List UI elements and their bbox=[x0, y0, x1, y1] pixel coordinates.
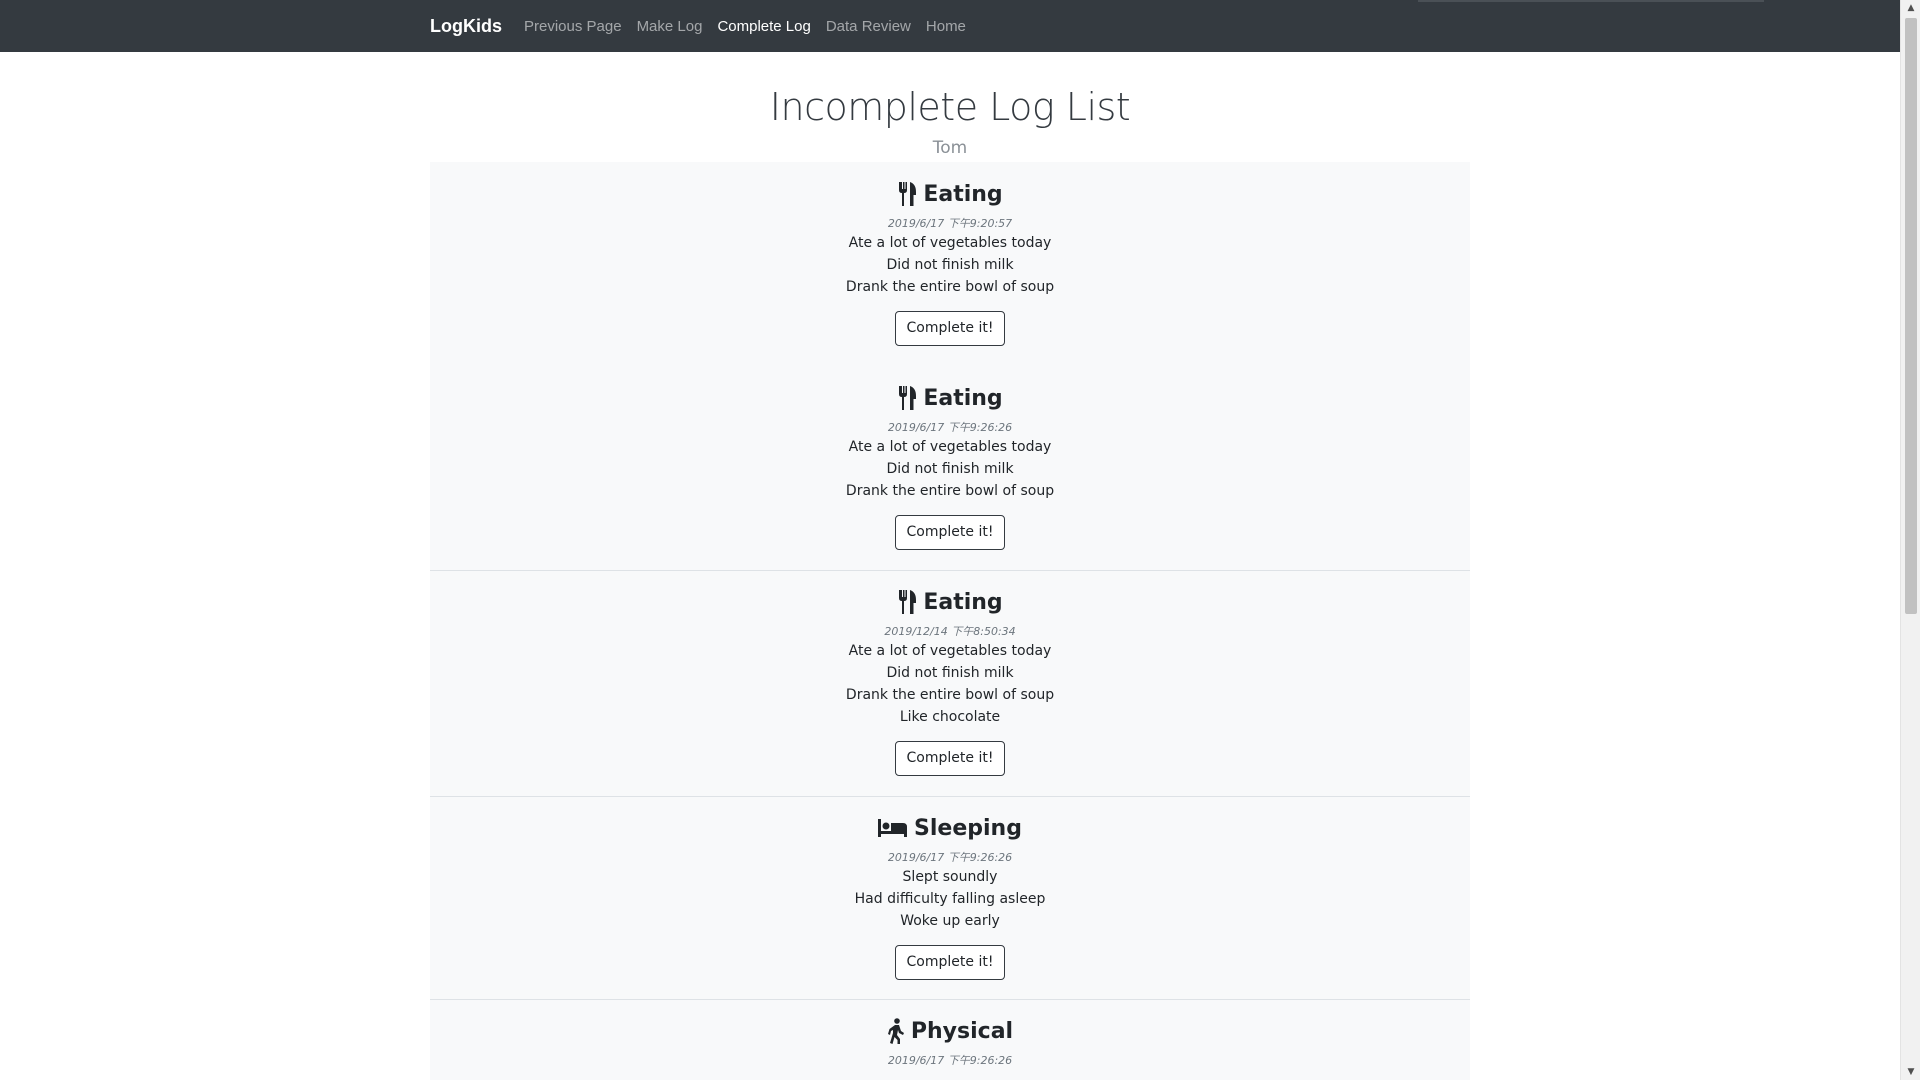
log-timestamp: 2019/6/17 下午9:26:26 bbox=[887, 421, 1013, 434]
app-window: LogKids Previous Page Make Log Complete … bbox=[0, 0, 1920, 1080]
log-category-label: Eating bbox=[923, 385, 1003, 411]
log-note: Drank the entire bowl of soup bbox=[845, 483, 1055, 499]
log-item: Sleeping 2019/6/17 下午9:26:26 Slept sound… bbox=[430, 796, 1470, 999]
log-category-label: Eating bbox=[923, 181, 1003, 207]
log-category-heading: Sleeping bbox=[430, 812, 1470, 844]
log-timestamp: 2019/6/17 下午9:26:26 bbox=[887, 1054, 1013, 1067]
nav-link-complete-log[interactable]: Complete Log bbox=[717, 18, 810, 35]
top-navbar: LogKids Previous Page Make Log Complete … bbox=[0, 0, 1900, 52]
log-note: Ate a lot of vegetables today bbox=[848, 439, 1052, 455]
complete-it-button[interactable]: Complete it! bbox=[894, 945, 1006, 980]
log-item: Eating 2019/6/17 下午9:26:26 Ate a lot of … bbox=[430, 366, 1470, 570]
log-note: Like chocolate bbox=[899, 709, 1001, 725]
vertical-scrollbar[interactable]: ▲ ▼ bbox=[1900, 0, 1920, 1080]
log-timestamp: 2019/6/17 下午9:20:57 bbox=[887, 217, 1013, 230]
log-category-heading: Eating bbox=[430, 382, 1470, 414]
log-category-label: Sleeping bbox=[914, 815, 1022, 841]
nav-link-data-review[interactable]: Data Review bbox=[826, 18, 911, 35]
navbar-highlight bbox=[1418, 0, 1764, 2]
walking-icon bbox=[887, 1018, 904, 1044]
complete-it-button[interactable]: Complete it! bbox=[894, 515, 1006, 550]
complete-it-button[interactable]: Complete it! bbox=[894, 741, 1006, 776]
navbar-inner: LogKids Previous Page Make Log Complete … bbox=[430, 0, 981, 52]
log-note: Did not finish milk bbox=[886, 665, 1014, 681]
log-note: Had difficulty falling asleep bbox=[854, 891, 1046, 907]
log-category-label: Eating bbox=[923, 589, 1003, 615]
log-note: Ate a lot of vegetables today bbox=[848, 235, 1052, 251]
complete-it-button[interactable]: Complete it! bbox=[894, 311, 1006, 346]
scrollbar-thumb[interactable] bbox=[1905, 18, 1917, 614]
child-name-subtitle: Tom bbox=[932, 138, 968, 158]
log-note: Slept soundly bbox=[902, 869, 998, 885]
scroll-up-arrow-icon[interactable]: ▲ bbox=[1901, 0, 1920, 16]
nav-link-previous-page[interactable]: Previous Page bbox=[524, 18, 622, 35]
log-item: Physical 2019/6/17 下午9:26:26 bbox=[430, 999, 1470, 1080]
utensils-icon bbox=[899, 590, 917, 614]
log-category-label: Physical bbox=[910, 1018, 1014, 1044]
log-timestamp: 2019/12/14 下午8:50:34 bbox=[884, 625, 1016, 638]
log-note: Did not finish milk bbox=[886, 461, 1014, 477]
log-timestamp: 2019/6/17 下午9:26:26 bbox=[887, 851, 1013, 864]
log-category-heading: Eating bbox=[430, 586, 1470, 618]
utensils-icon bbox=[899, 386, 917, 410]
log-item: Eating 2019/12/14 下午8:50:34 Ate a lot of… bbox=[430, 570, 1470, 796]
nav-link-home[interactable]: Home bbox=[926, 18, 966, 35]
log-note: Ate a lot of vegetables today bbox=[848, 643, 1052, 659]
bed-icon bbox=[878, 819, 908, 837]
log-item: Eating 2019/6/17 下午9:20:57 Ate a lot of … bbox=[430, 162, 1470, 366]
log-category-heading: Eating bbox=[430, 178, 1470, 210]
page-title: Incomplete Log List bbox=[769, 85, 1131, 129]
log-note: Woke up early bbox=[900, 913, 1000, 929]
log-note: Did not finish milk bbox=[886, 257, 1014, 273]
scroll-down-arrow-icon[interactable]: ▼ bbox=[1901, 1064, 1920, 1080]
nav-link-make-log[interactable]: Make Log bbox=[637, 18, 703, 35]
log-note: Drank the entire bowl of soup bbox=[845, 279, 1055, 295]
brand-logo-link[interactable]: LogKids bbox=[430, 16, 502, 37]
log-category-heading: Physical bbox=[430, 1015, 1470, 1047]
log-note: Drank the entire bowl of soup bbox=[845, 687, 1055, 703]
utensils-icon bbox=[899, 182, 917, 206]
